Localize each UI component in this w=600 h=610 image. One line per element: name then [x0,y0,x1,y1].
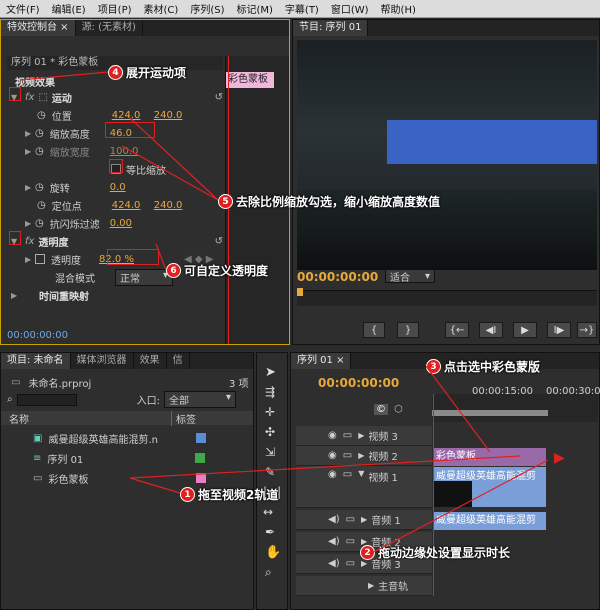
arrow-3 [425,365,491,453]
arrow-4 [19,71,109,81]
arrow-5b [121,145,219,201]
arrow-6 [155,243,167,271]
arrow-2 [373,459,549,553]
arrow-5a [129,117,219,201]
callout-arrows [19,71,549,553]
arrow-1a [129,477,181,494]
arrow-1b [129,455,521,479]
